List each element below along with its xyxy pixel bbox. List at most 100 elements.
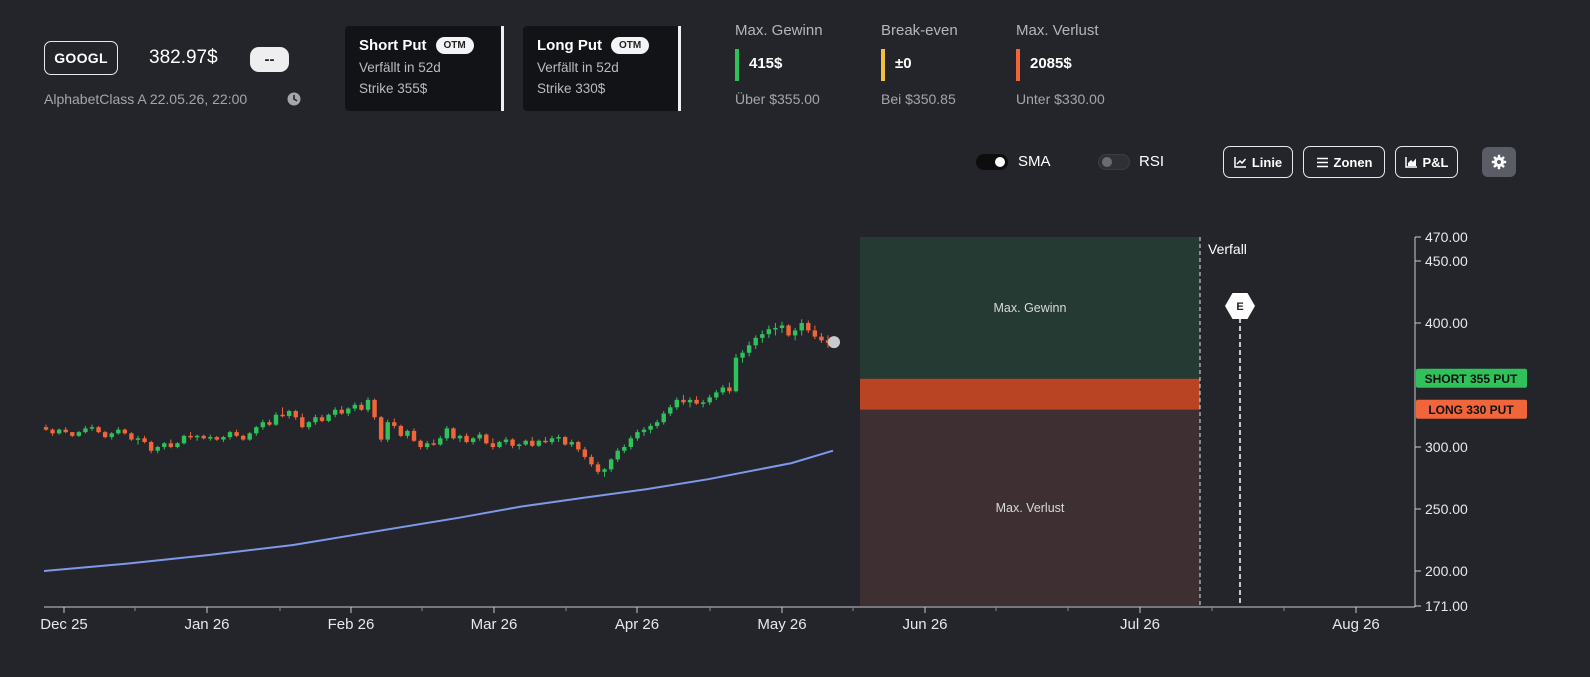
x-tick-label: Jun 26 — [902, 616, 947, 633]
candle-body — [378, 417, 384, 440]
expiry-label: Verfall — [1208, 241, 1247, 257]
candle-body — [89, 427, 95, 429]
candle-body — [628, 438, 634, 447]
candle-body — [221, 437, 226, 440]
candle-body — [523, 440, 528, 445]
candle-body — [365, 399, 371, 410]
candle-body — [490, 443, 496, 447]
candle-body — [372, 399, 377, 418]
candle-body — [208, 437, 213, 439]
candle-body — [457, 435, 463, 439]
candle-body — [753, 337, 758, 346]
candle-body — [812, 330, 818, 337]
candle-body — [293, 411, 298, 418]
candle-body — [194, 435, 200, 438]
candle-body — [168, 443, 174, 447]
candle-body — [326, 414, 331, 421]
candle-body — [477, 434, 482, 439]
candle-body — [135, 438, 141, 440]
candle-body — [444, 428, 450, 439]
candle-body — [543, 440, 548, 443]
candle-body — [63, 429, 68, 433]
candle-body — [83, 428, 88, 433]
candle-body — [648, 425, 653, 430]
candle-body — [273, 414, 279, 425]
candle-body — [819, 336, 824, 341]
candle-body — [470, 438, 476, 443]
candle-body — [740, 352, 745, 358]
candle-body — [595, 464, 601, 472]
candle-body — [766, 329, 772, 335]
candle-body — [254, 427, 259, 434]
candle-body — [510, 439, 515, 446]
candle-body — [654, 422, 660, 426]
candle-body — [438, 438, 443, 445]
candle-body — [240, 435, 246, 440]
x-tick-label: Mar 26 — [471, 616, 518, 633]
candle-body — [516, 444, 522, 447]
candle-body — [806, 323, 811, 331]
candle-body — [733, 357, 739, 392]
x-tick-label: Jan 26 — [184, 616, 229, 633]
candle-body — [102, 432, 108, 438]
candle-body — [76, 432, 82, 436]
candle-body — [398, 425, 404, 436]
candle-body — [569, 442, 574, 445]
candle-body — [681, 399, 686, 403]
candle-body — [50, 429, 55, 434]
candle-body — [484, 434, 489, 444]
candle-body — [424, 443, 430, 447]
candle-body — [641, 429, 647, 433]
x-tick-label: Apr 26 — [615, 616, 659, 633]
candle-body — [760, 334, 765, 338]
candle-body — [635, 432, 640, 439]
candle-body — [227, 432, 233, 438]
candle-body — [313, 417, 318, 423]
candle-body — [503, 439, 509, 443]
candle-body — [56, 429, 62, 434]
y-tick-label: 250.00 — [1425, 501, 1468, 517]
price-chart[interactable]: Max. Gewinn Max. Verlust Verfall E Dec 2… — [0, 0, 1590, 677]
candle-body — [234, 432, 239, 436]
max-gain-zone-label: Max. Gewinn — [994, 301, 1067, 315]
strike-tag-label: SHORT 355 PUT — [1425, 372, 1518, 386]
candlestick-series — [43, 319, 831, 477]
candle-body — [602, 469, 607, 472]
x-tick-label: Aug 26 — [1332, 616, 1380, 633]
strike-tag-label: LONG 330 PUT — [1428, 403, 1514, 417]
candle-body — [792, 330, 798, 336]
candle-body — [418, 440, 423, 447]
max-loss-zone-label: Max. Verlust — [996, 501, 1065, 515]
candle-body — [727, 387, 732, 392]
candle-body — [674, 399, 680, 408]
candle-body — [687, 399, 693, 403]
candle-body — [746, 345, 752, 353]
x-tick-label: Jul 26 — [1120, 616, 1160, 633]
candle-body — [148, 442, 154, 451]
candle-body — [385, 422, 390, 440]
candle-body — [352, 404, 358, 409]
candle-body — [346, 408, 351, 414]
candle-body — [720, 387, 726, 393]
candle-body — [431, 443, 436, 445]
candle-body — [175, 443, 180, 447]
candle-body — [260, 422, 266, 428]
y-tick-label: 400.00 — [1425, 315, 1468, 331]
candle-body — [122, 429, 128, 434]
candle-body — [267, 422, 272, 425]
candle-body — [530, 440, 535, 446]
candle-body — [155, 447, 160, 451]
candle-body — [562, 437, 568, 445]
candle-body — [214, 437, 220, 440]
candle-body — [339, 409, 344, 414]
x-tick-label: May 26 — [757, 616, 806, 633]
candle-body — [162, 443, 167, 447]
candle-body — [779, 325, 785, 328]
candle-body — [694, 399, 699, 404]
candle-body — [306, 422, 312, 428]
candle-body — [661, 413, 666, 423]
candle-body — [129, 433, 134, 440]
candle-body — [411, 430, 417, 441]
candle-body — [70, 432, 75, 436]
strike-spread-band — [860, 378, 1200, 410]
